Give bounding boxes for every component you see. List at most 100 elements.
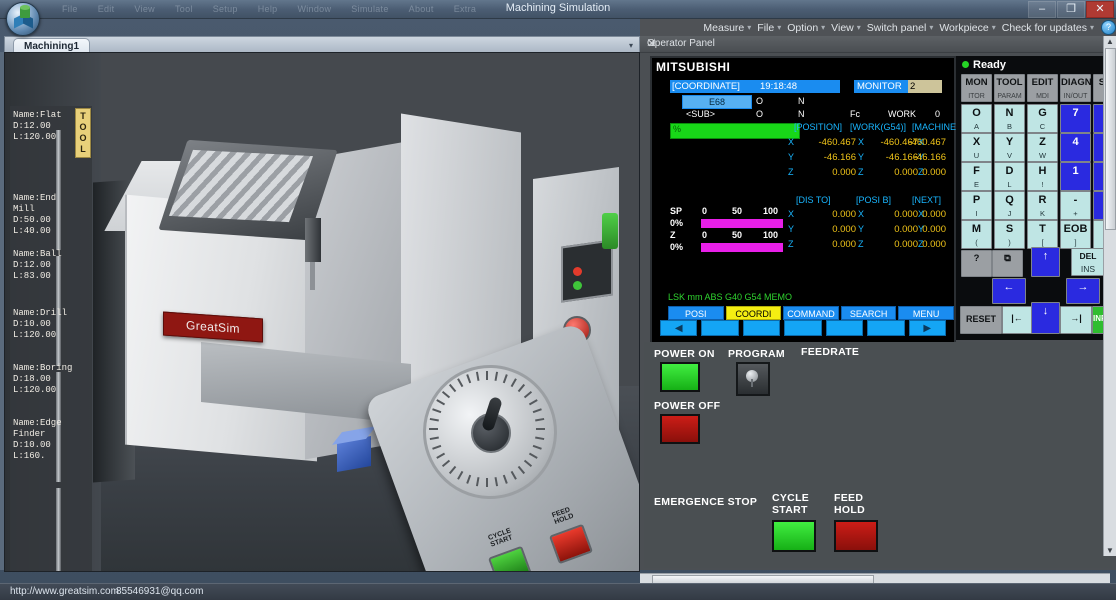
tool-item-name[interactable]: Name:Flat bbox=[13, 110, 62, 121]
cnc-sp-percent: 0% bbox=[670, 218, 683, 228]
scroll-thumb[interactable] bbox=[1105, 48, 1116, 230]
cnc-sp-bar bbox=[701, 219, 783, 228]
calc-key[interactable]: ⧉ bbox=[992, 250, 1023, 277]
tool-item-len: L:120.00 bbox=[13, 330, 56, 341]
key-minor: I bbox=[962, 209, 991, 218]
key-o[interactable]: OA bbox=[961, 104, 992, 133]
minimize-button[interactable]: – bbox=[1028, 1, 1056, 18]
key-s[interactable]: S) bbox=[994, 220, 1025, 249]
tab-overflow-caret-icon[interactable]: ▾ bbox=[629, 41, 633, 50]
menu-item-view[interactable]: View bbox=[831, 22, 854, 34]
home-key[interactable]: |← bbox=[1002, 306, 1032, 334]
cnc-blank-key[interactable] bbox=[701, 320, 738, 336]
fnkey-diagn[interactable]: DIAGNIN/OUT bbox=[1060, 74, 1091, 102]
power-off-button[interactable] bbox=[660, 414, 700, 444]
dock-vertical-scrollbar[interactable]: ▲ ▼ bbox=[1103, 36, 1116, 556]
keypad-row[interactable]: OANBGC78 bbox=[961, 104, 1116, 133]
close-button[interactable]: ✕ bbox=[1086, 1, 1114, 18]
key-x[interactable]: XU bbox=[961, 133, 992, 162]
chevron-down-icon: ▾ bbox=[857, 23, 861, 32]
cnc-bottom-button-row[interactable]: ◀ ▶ bbox=[660, 320, 946, 336]
menu-item-check-updates[interactable]: Check for updates bbox=[1002, 22, 1087, 34]
key-d[interactable]: DL bbox=[994, 162, 1025, 191]
key-m[interactable]: M( bbox=[961, 220, 992, 249]
viewport-left-scrollbar[interactable] bbox=[0, 52, 4, 570]
scroll-up-icon[interactable]: ▲ bbox=[1106, 37, 1114, 46]
key-q[interactable]: QJ bbox=[994, 191, 1025, 220]
cnc-page-left-icon[interactable]: ◀ bbox=[660, 320, 697, 336]
tool-item-name[interactable]: Name:Ball bbox=[13, 249, 62, 260]
key-g[interactable]: GC bbox=[1027, 104, 1058, 133]
program-key-switch[interactable] bbox=[736, 362, 770, 396]
menu-item-file[interactable]: File bbox=[757, 22, 774, 34]
menu-item-measure[interactable]: Measure bbox=[703, 22, 744, 34]
softkey-search[interactable]: SEARCH bbox=[841, 306, 897, 320]
fnkey-tool[interactable]: TOOLPARAM bbox=[994, 74, 1025, 102]
key-t[interactable]: T[ bbox=[1027, 220, 1058, 249]
key-h[interactable]: H! bbox=[1027, 162, 1058, 191]
scroll-down-icon[interactable]: ▼ bbox=[1106, 546, 1114, 555]
key-y[interactable]: YV bbox=[994, 133, 1025, 162]
key-f[interactable]: FE bbox=[961, 162, 992, 191]
menu-item-switch-panel[interactable]: Switch panel bbox=[867, 22, 927, 34]
window-controls[interactable]: – ❐ ✕ bbox=[1028, 1, 1114, 18]
fnkey-top: TOOL bbox=[995, 77, 1024, 88]
keypad-row[interactable]: XUYVZW45 bbox=[961, 133, 1116, 162]
keypad-function-row[interactable]: MONITORTOOLPARAMEDITMDIDIAGNIN/OUTSFG bbox=[961, 74, 1116, 102]
3d-viewport[interactable]: GreatSim CYCLESTART FEEDHOLD X Y Z TOOL … bbox=[4, 52, 640, 572]
workpiece-blue-cube[interactable] bbox=[337, 436, 371, 472]
cycle-start-button[interactable] bbox=[772, 520, 816, 552]
key-minor: ] bbox=[1061, 238, 1090, 247]
maximize-button[interactable]: ❐ bbox=[1057, 1, 1085, 18]
tool-item-len: L:160. bbox=[13, 451, 45, 462]
keypad-row[interactable]: M(S)T[EOB]=# bbox=[961, 220, 1116, 249]
cursor-right-key[interactable]: → bbox=[1066, 278, 1100, 304]
cnc-blank-key[interactable] bbox=[743, 320, 780, 336]
help-icon[interactable]: ? bbox=[1101, 20, 1116, 35]
softkey-menu[interactable]: MENU bbox=[898, 306, 954, 320]
key-1[interactable]: 1 bbox=[1060, 162, 1091, 191]
keypad-row[interactable]: PIQJRK-+0SP bbox=[961, 191, 1116, 220]
cnc-softkey-row[interactable]: POSI COORDI COMMAND SEARCH MENU bbox=[668, 306, 954, 320]
reset-key[interactable]: RESET bbox=[960, 306, 1002, 334]
delete-insert-key[interactable]: DEL INS bbox=[1071, 248, 1105, 276]
menu-item-workpiece[interactable]: Workpiece bbox=[939, 22, 988, 34]
key-eob[interactable]: EOB] bbox=[1060, 220, 1091, 249]
keypad-row[interactable]: FEDLH!12 bbox=[961, 162, 1116, 191]
cnc-display[interactable]: MITSUBISHI [COORDINATE] 19:18:48 MONITOR… bbox=[650, 56, 956, 344]
fnkey-edit[interactable]: EDITMDI bbox=[1027, 74, 1058, 102]
cursor-up-key[interactable]: ↑ bbox=[1031, 247, 1060, 277]
cnc-coordinate-header: [COORDINATE] bbox=[670, 80, 756, 93]
key-4[interactable]: 4 bbox=[1060, 133, 1091, 162]
tab-key[interactable]: →| bbox=[1060, 306, 1092, 334]
key-n[interactable]: NB bbox=[994, 104, 1025, 133]
key-p[interactable]: PI bbox=[961, 191, 992, 220]
tool-item-name[interactable]: Name:Edge bbox=[13, 418, 62, 429]
softkey-posi[interactable]: POSI bbox=[668, 306, 724, 320]
menu-item-option[interactable]: Option bbox=[787, 22, 818, 34]
help-key[interactable]: ? bbox=[961, 250, 992, 277]
softkey-coordi[interactable]: COORDI bbox=[726, 306, 782, 320]
key-z[interactable]: ZW bbox=[1027, 133, 1058, 162]
cnc-edit-line: % bbox=[670, 123, 800, 139]
fnkey-mon[interactable]: MONITOR bbox=[961, 74, 992, 102]
cnc-blank-key[interactable] bbox=[826, 320, 863, 336]
cnc-page-right-icon[interactable]: ▶ bbox=[909, 320, 946, 336]
feed-hold-button[interactable] bbox=[834, 520, 878, 552]
key-7[interactable]: 7 bbox=[1060, 104, 1091, 133]
cnc-blank-key[interactable] bbox=[784, 320, 821, 336]
cnc-blank-key[interactable] bbox=[867, 320, 904, 336]
key--[interactable]: -+ bbox=[1060, 191, 1091, 220]
dock-close-icon[interactable]: ✕ bbox=[647, 37, 1109, 50]
power-on-button[interactable] bbox=[660, 362, 700, 392]
tool-item-name[interactable]: Name:Drill bbox=[13, 308, 67, 319]
cursor-down-key[interactable]: ↓ bbox=[1031, 302, 1060, 334]
key-r[interactable]: RK bbox=[1027, 191, 1058, 220]
softkey-command[interactable]: COMMAND bbox=[783, 306, 839, 320]
website-url[interactable]: http://www.greatsim.com bbox=[10, 586, 119, 597]
tool-item-name[interactable]: Name:Boring bbox=[13, 363, 72, 374]
operator-panel-dock: Operator Panel ⇲ ✕ MITSUBISHI [COORDINAT… bbox=[640, 36, 1116, 570]
cursor-left-key[interactable]: ← bbox=[992, 278, 1026, 304]
contact-email[interactable]: 85546931@qq.com bbox=[116, 586, 203, 597]
tool-item-name[interactable]: Name:End bbox=[13, 193, 56, 204]
